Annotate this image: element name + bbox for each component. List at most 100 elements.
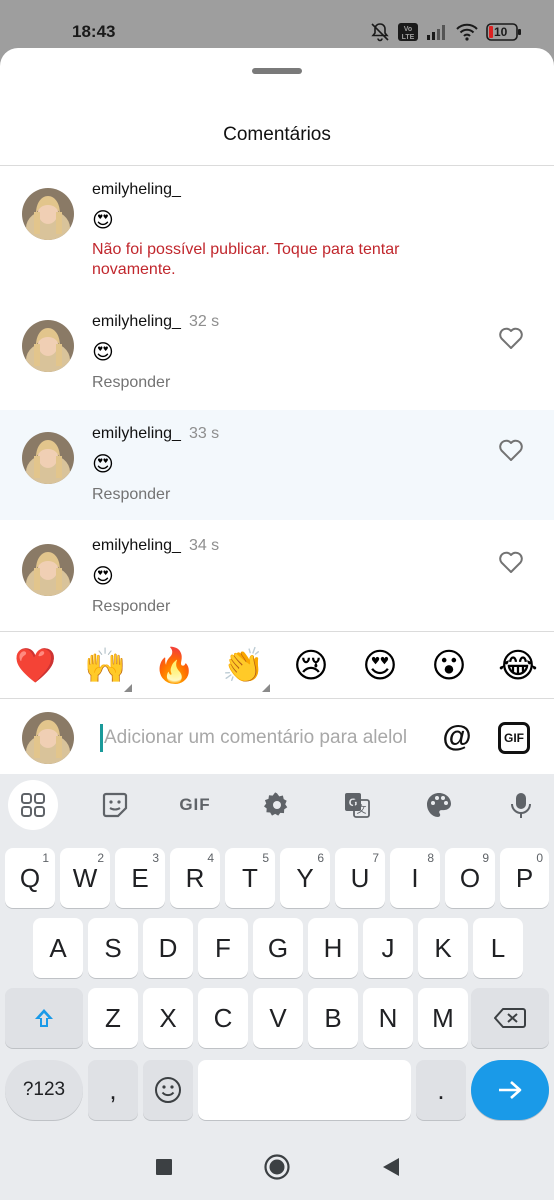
gif-keyboard-icon[interactable]: GIF xyxy=(170,780,220,830)
key-d[interactable]: D xyxy=(143,918,193,978)
key-u-hint: 7 xyxy=(372,851,379,865)
theme-palette-icon[interactable] xyxy=(414,780,464,830)
comment-username[interactable]: emilyheling_ 33 s xyxy=(92,425,219,443)
avatar[interactable] xyxy=(22,188,74,240)
comment-username-text[interactable]: emilyheling_ xyxy=(92,425,181,442)
key-x[interactable]: X xyxy=(143,988,193,1048)
emoji-key[interactable] xyxy=(143,1060,193,1120)
key-h[interactable]: H xyxy=(308,918,358,978)
reaction-laughing[interactable]: 😂 xyxy=(498,646,538,686)
key-r[interactable]: R4 xyxy=(170,848,220,908)
keyboard: GIF G文 Q1 W2 E3 R4 T5 Y6 U7 I8 O9 P0 A S… xyxy=(0,774,554,1134)
reply-button[interactable]: Responder xyxy=(92,374,170,392)
post-error-message[interactable]: Não foi possível publicar. Toque para te… xyxy=(92,240,452,280)
key-t-hint: 5 xyxy=(262,851,269,865)
key-w[interactable]: W2 xyxy=(60,848,110,908)
key-l[interactable]: L xyxy=(473,918,523,978)
reaction-heart-eyes[interactable]: 😍 xyxy=(360,646,400,686)
gif-keyboard-label: GIF xyxy=(179,795,211,814)
comment-username[interactable]: emilyheling_ 34 s xyxy=(92,537,219,555)
key-o[interactable]: O9 xyxy=(445,848,495,908)
sheet-drag-handle[interactable] xyxy=(252,68,302,74)
key-c[interactable]: C xyxy=(198,988,248,1048)
reaction-surprised[interactable]: 😮 xyxy=(429,646,469,686)
reaction-crying[interactable]: 😢 xyxy=(291,646,331,686)
backspace-icon xyxy=(494,1008,526,1028)
sticker-icon[interactable] xyxy=(90,780,140,830)
key-g[interactable]: G xyxy=(253,918,303,978)
comment-username-text[interactable]: emilyheling_ xyxy=(92,537,181,554)
comment-composer: @ GIF xyxy=(0,700,554,774)
key-k[interactable]: K xyxy=(418,918,468,978)
key-p-label: P xyxy=(515,863,534,893)
backspace-key[interactable] xyxy=(471,988,549,1048)
avatar[interactable] xyxy=(22,320,74,372)
comment-timestamp: 33 s xyxy=(188,425,220,442)
comment-item[interactable]: emilyheling_ 32 s 😍 Responder xyxy=(0,298,554,410)
reaction-clapping-glyph: 👏 xyxy=(222,647,265,685)
key-r-hint: 4 xyxy=(207,851,214,865)
translate-icon[interactable]: G文 xyxy=(332,780,382,830)
comment-username-text[interactable]: emilyheling_ xyxy=(92,313,181,330)
symbols-key[interactable]: ?123 xyxy=(5,1060,83,1120)
microphone-icon[interactable] xyxy=(496,780,546,830)
key-w-hint: 2 xyxy=(97,851,104,865)
svg-text:LTE: LTE xyxy=(402,34,415,41)
space-key[interactable] xyxy=(198,1060,411,1120)
reaction-fire[interactable]: 🔥 xyxy=(153,646,195,686)
gif-button[interactable]: GIF xyxy=(498,722,530,754)
key-b[interactable]: B xyxy=(308,988,358,1048)
like-heart-icon[interactable] xyxy=(498,438,524,462)
recents-square-icon[interactable] xyxy=(151,1154,177,1180)
skin-tone-indicator-icon xyxy=(124,684,132,692)
comment-item[interactable]: emilyheling_ 😍 Não foi possível publicar… xyxy=(0,166,554,290)
key-t[interactable]: T5 xyxy=(225,848,275,908)
enter-key[interactable] xyxy=(471,1060,549,1120)
key-y[interactable]: Y6 xyxy=(280,848,330,908)
key-a[interactable]: A xyxy=(33,918,83,978)
key-z[interactable]: Z xyxy=(88,988,138,1048)
key-p[interactable]: P0 xyxy=(500,848,549,908)
settings-gear-icon[interactable] xyxy=(252,780,302,830)
key-u[interactable]: U7 xyxy=(335,848,385,908)
reaction-heart[interactable]: ❤️ xyxy=(14,646,56,686)
like-heart-icon[interactable] xyxy=(498,326,524,350)
comma-key[interactable]: , xyxy=(88,1060,138,1120)
key-v[interactable]: V xyxy=(253,988,303,1048)
key-q[interactable]: Q1 xyxy=(5,848,55,908)
key-e[interactable]: E3 xyxy=(115,848,165,908)
key-f[interactable]: F xyxy=(198,918,248,978)
home-circle-icon[interactable] xyxy=(263,1153,291,1181)
key-i[interactable]: I8 xyxy=(390,848,440,908)
period-key[interactable]: . xyxy=(416,1060,466,1120)
key-o-hint: 9 xyxy=(482,851,489,865)
mention-button[interactable]: @ xyxy=(440,720,474,754)
apps-grid-icon[interactable] xyxy=(8,780,58,830)
key-n[interactable]: N xyxy=(363,988,413,1048)
key-e-hint: 3 xyxy=(152,851,159,865)
like-heart-icon[interactable] xyxy=(498,550,524,574)
avatar[interactable] xyxy=(22,432,74,484)
wifi-icon xyxy=(456,23,478,41)
my-avatar xyxy=(22,712,74,764)
key-e-label: E xyxy=(131,863,149,893)
shift-key[interactable] xyxy=(5,988,83,1048)
reaction-raising-hands[interactable]: 🙌 xyxy=(84,646,132,692)
comment-item[interactable]: emilyheling_ 34 s 😍 Responder xyxy=(0,522,554,632)
key-m[interactable]: M xyxy=(418,988,468,1048)
avatar[interactable] xyxy=(22,544,74,596)
comment-username[interactable]: emilyheling_ xyxy=(92,181,181,199)
reply-button[interactable]: Responder xyxy=(92,598,170,616)
comment-item[interactable]: emilyheling_ 33 s 😍 Responder xyxy=(0,410,554,520)
sheet-title: Comentários xyxy=(223,124,331,145)
comment-username[interactable]: emilyheling_ 32 s xyxy=(92,313,219,331)
key-i-hint: 8 xyxy=(427,851,434,865)
reaction-clapping[interactable]: 👏 xyxy=(222,646,270,692)
text-caret xyxy=(100,724,103,752)
key-j[interactable]: J xyxy=(363,918,413,978)
comment-text: 😍 xyxy=(92,565,114,588)
key-s[interactable]: S xyxy=(88,918,138,978)
reply-button[interactable]: Responder xyxy=(92,486,170,504)
comment-input[interactable] xyxy=(104,724,420,752)
back-triangle-icon[interactable] xyxy=(378,1154,404,1180)
